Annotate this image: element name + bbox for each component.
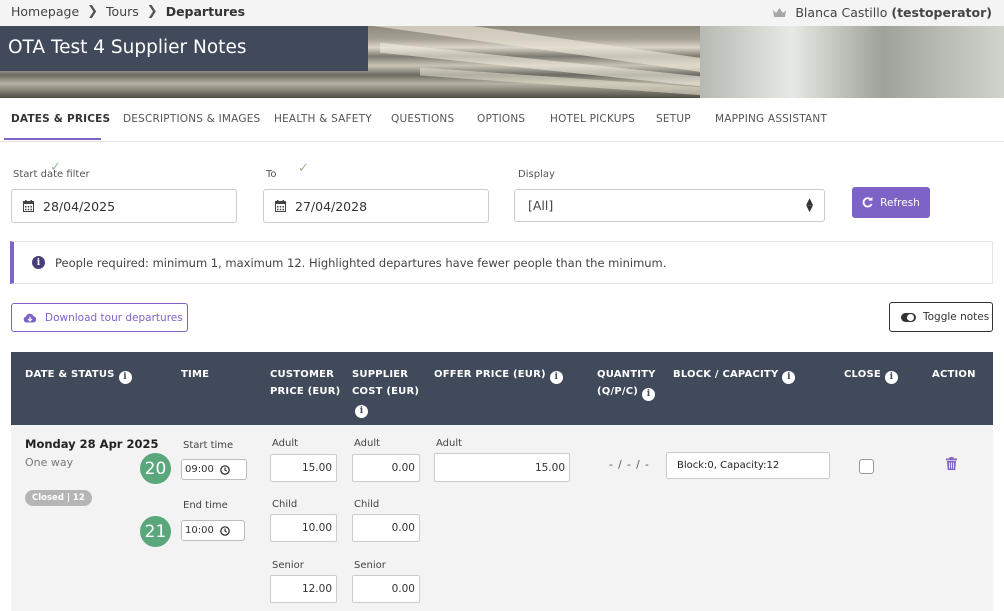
col-date-status: DATE & STATUS i bbox=[25, 366, 132, 384]
customer-senior-label: Senior bbox=[272, 560, 304, 571]
clock-icon bbox=[220, 525, 230, 536]
refresh-icon bbox=[862, 197, 873, 208]
tab-questions[interactable]: QUESTIONS bbox=[391, 113, 454, 125]
refresh-button[interactable]: Refresh bbox=[852, 187, 930, 218]
chevron-right-icon: ❯ bbox=[146, 4, 158, 19]
col-time: TIME bbox=[181, 369, 210, 380]
top-bar: Homepage ❯ Tours ❯ Departures Blanca Cas… bbox=[0, 0, 1004, 26]
customer-adult-label: Adult bbox=[272, 438, 299, 449]
user-name: Blanca Castillo bbox=[795, 5, 888, 20]
tab-mapping-assistant[interactable]: MAPPING ASSISTANT bbox=[715, 113, 827, 125]
col-quantity: QUANTITY (Q/P/C) i bbox=[597, 369, 656, 401]
tab-health-safety[interactable]: HEALTH & SAFETY bbox=[274, 113, 372, 125]
tab-bar: DATES & PRICES DESCRIPTIONS & IMAGES HEA… bbox=[0, 98, 1004, 142]
info-icon[interactable]: i bbox=[118, 371, 132, 384]
table-row: Monday 28 Apr 2025 One way Closed | 12 2… bbox=[11, 425, 993, 611]
trip-type: One way bbox=[25, 456, 74, 469]
col-customer-price: CUSTOMER PRICE (EUR) bbox=[270, 369, 341, 397]
tab-descriptions-images[interactable]: DESCRIPTIONS & IMAGES bbox=[123, 113, 260, 125]
supplier-child-cost-input[interactable]: 0.00 bbox=[352, 514, 420, 542]
supplier-child-label: Child bbox=[354, 499, 380, 510]
departures-table-header: DATE & STATUS i TIME CUSTOMER PRICE (EUR) … bbox=[11, 352, 993, 425]
clock-icon bbox=[220, 464, 230, 475]
info-icon[interactable]: i bbox=[355, 405, 368, 418]
end-time-input[interactable]: 10:00 bbox=[181, 520, 245, 541]
breadcrumb-tours[interactable]: Tours bbox=[106, 4, 139, 19]
display-label: Display bbox=[518, 169, 555, 180]
cloud-download-icon bbox=[23, 313, 37, 322]
breadcrumb-home[interactable]: Homepage bbox=[11, 4, 79, 19]
display-value: [All] bbox=[528, 198, 554, 213]
info-icon[interactable]: i bbox=[549, 371, 563, 384]
col-action: ACTION bbox=[932, 369, 976, 380]
active-tab-indicator bbox=[4, 138, 101, 140]
supplier-adult-cost-input[interactable]: 0.00 bbox=[352, 454, 420, 482]
info-icon: i bbox=[32, 256, 45, 269]
close-checkbox[interactable] bbox=[859, 459, 874, 474]
start-date-value: 28/04/2025 bbox=[43, 198, 116, 214]
display-select[interactable]: [All] ▲ ▼ bbox=[514, 189, 825, 222]
chevron-right-icon: ❯ bbox=[87, 4, 99, 19]
customer-senior-price-input[interactable]: 12.00 bbox=[270, 575, 337, 603]
status-badge: Closed | 12 bbox=[25, 490, 92, 506]
end-time-label: End time bbox=[183, 500, 228, 511]
to-date-value: 27/04/2028 bbox=[295, 198, 368, 214]
user-username: (testoperator) bbox=[891, 5, 992, 20]
trash-icon[interactable] bbox=[946, 457, 957, 470]
info-icon[interactable]: i bbox=[642, 388, 656, 401]
quantity-value: - / - / - bbox=[609, 459, 650, 471]
breadcrumb-current: Departures bbox=[165, 4, 246, 19]
calendar-icon bbox=[275, 200, 286, 212]
check-icon: ✓ bbox=[50, 160, 61, 175]
info-icon[interactable]: i bbox=[782, 371, 796, 384]
crown-icon bbox=[773, 8, 787, 17]
refresh-label: Refresh bbox=[880, 196, 920, 209]
tour-banner: OTA Test 4 Supplier Notes bbox=[0, 26, 1004, 98]
supplier-senior-cost-input[interactable]: 0.00 bbox=[352, 575, 420, 603]
toggle-switch-icon bbox=[901, 312, 916, 322]
info-icon[interactable]: i bbox=[884, 371, 898, 384]
download-departures-button[interactable]: Download tour departures bbox=[11, 303, 188, 332]
user-menu[interactable]: Blanca Castillo (testoperator) bbox=[772, 5, 992, 20]
download-label: Download tour departures bbox=[45, 311, 183, 324]
start-time-label: Start time bbox=[183, 440, 234, 451]
col-offer-price: OFFER PRICE (EUR) i bbox=[434, 366, 563, 384]
info-text: People required: minimum 1, maximum 12. … bbox=[55, 255, 667, 270]
offer-adult-price-input[interactable]: 15.00 bbox=[434, 453, 570, 482]
to-date-label: To bbox=[266, 169, 277, 180]
tab-dates-prices[interactable]: DATES & PRICES bbox=[11, 113, 110, 125]
start-time-input[interactable]: 09:00 bbox=[181, 459, 247, 480]
check-icon: ✓ bbox=[298, 161, 309, 176]
start-date-input[interactable]: 28/04/2025 bbox=[11, 189, 237, 223]
offer-adult-label: Adult bbox=[436, 438, 463, 449]
to-date-input[interactable]: 27/04/2028 bbox=[263, 189, 489, 223]
calendar-icon bbox=[23, 200, 34, 212]
col-supplier-cost: SUPPLIER COST (EUR) i bbox=[352, 369, 420, 418]
toggle-notes-label: Toggle notes bbox=[923, 311, 990, 323]
tab-hotel-pickups[interactable]: HOTEL PICKUPS bbox=[550, 113, 635, 125]
step-marker-20: 20 bbox=[140, 453, 171, 484]
toggle-notes-button[interactable]: Toggle notes bbox=[889, 302, 993, 332]
departure-date: Monday 28 Apr 2025 bbox=[25, 437, 159, 451]
end-time-value: 10:00 bbox=[185, 525, 214, 536]
sort-caret-icon: ▲ ▼ bbox=[806, 197, 813, 214]
step-marker-21: 21 bbox=[140, 516, 171, 547]
supplier-adult-label: Adult bbox=[354, 438, 381, 449]
page-title: OTA Test 4 Supplier Notes bbox=[8, 37, 247, 58]
col-close: CLOSE i bbox=[844, 366, 898, 384]
customer-child-label: Child bbox=[272, 499, 298, 510]
tab-options[interactable]: OPTIONS bbox=[477, 113, 525, 125]
supplier-senior-label: Senior bbox=[354, 560, 386, 571]
start-time-value: 09:00 bbox=[185, 464, 214, 475]
tab-setup[interactable]: SETUP bbox=[656, 113, 691, 125]
block-capacity-input[interactable]: Block:0, Capacity:12 bbox=[666, 452, 830, 479]
info-alert: i People required: minimum 1, maximum 12… bbox=[10, 241, 993, 284]
customer-adult-price-input[interactable]: 15.00 bbox=[270, 454, 337, 482]
customer-child-price-input[interactable]: 10.00 bbox=[270, 514, 337, 542]
breadcrumb: Homepage ❯ Tours ❯ Departures bbox=[11, 4, 245, 19]
col-block-capacity: BLOCK / CAPACITY i bbox=[673, 366, 796, 384]
